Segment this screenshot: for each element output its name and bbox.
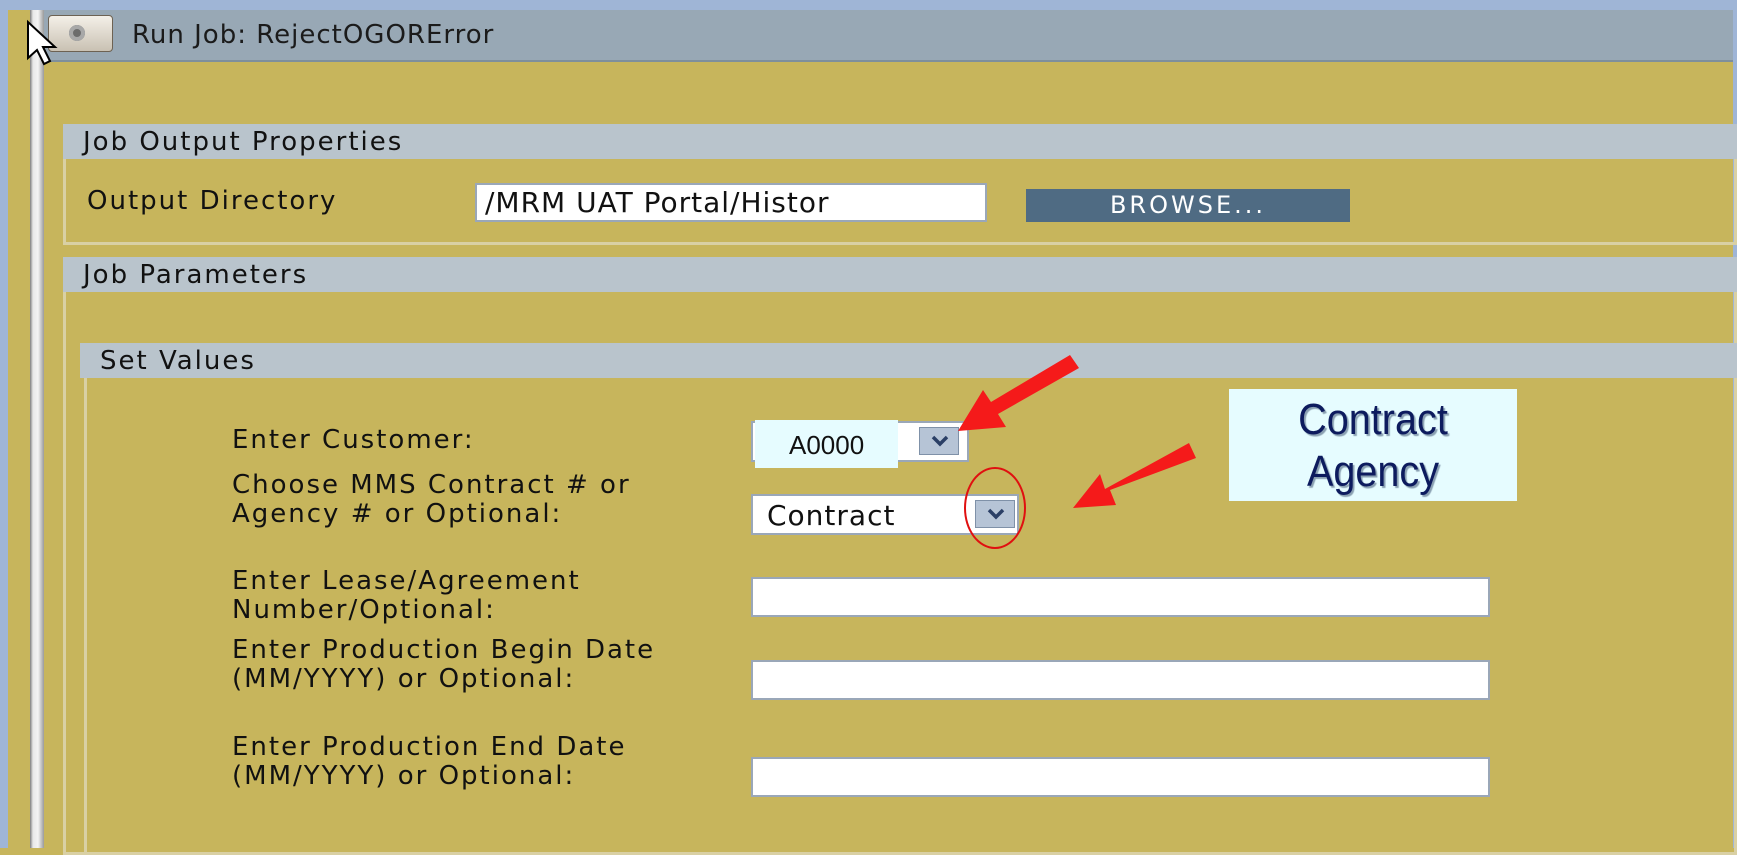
- gear-icon[interactable]: [48, 15, 113, 52]
- splitter-bar[interactable]: [30, 10, 44, 848]
- output-section-header: Job Output Properties: [63, 124, 1737, 159]
- outer-frame-left: [0, 0, 8, 848]
- customer-label: Enter Customer:: [232, 425, 475, 455]
- outer-frame-top: [0, 0, 1737, 10]
- left-gutter: [8, 10, 30, 848]
- set-values-header: Set Values: [80, 343, 1737, 378]
- lease-input[interactable]: [751, 577, 1490, 617]
- callout-line-2: Agency: [1306, 447, 1440, 496]
- browse-button[interactable]: BROWSE...: [1026, 189, 1350, 222]
- output-section-title: Job Output Properties: [83, 127, 404, 157]
- lease-label: Enter Lease/Agreement Number/Optional:: [232, 566, 581, 625]
- end-date-label: Enter Production End Date (MM/YYYY) or O…: [232, 732, 627, 791]
- customer-value: A0000: [789, 430, 865, 460]
- begin-date-label: Enter Production Begin Date (MM/YYYY) or…: [232, 635, 656, 694]
- window-titlebar: Run Job: RejectOGORError: [44, 10, 1733, 62]
- parameters-section-header: Job Parameters: [63, 257, 1737, 292]
- output-directory-label: Output Directory: [87, 186, 338, 216]
- end-date-input[interactable]: [751, 757, 1490, 797]
- window-title: Run Job: RejectOGORError: [132, 20, 495, 50]
- highlight-circle: [964, 467, 1026, 549]
- set-values-title: Set Values: [100, 346, 256, 376]
- contract-agency-callout: Contract Agency: [1229, 389, 1517, 501]
- chevron-down-icon[interactable]: [919, 427, 959, 455]
- parameters-section-title: Job Parameters: [83, 260, 309, 290]
- customer-value-overlay: A0000: [755, 420, 898, 468]
- contract-agency-label: Choose MMS Contract # or Agency # or Opt…: [232, 470, 631, 529]
- callout-line-1: Contract: [1298, 395, 1448, 444]
- begin-date-input[interactable]: [751, 660, 1490, 700]
- contract-agency-value: Contract: [767, 499, 896, 532]
- output-directory-input[interactable]: [475, 183, 987, 222]
